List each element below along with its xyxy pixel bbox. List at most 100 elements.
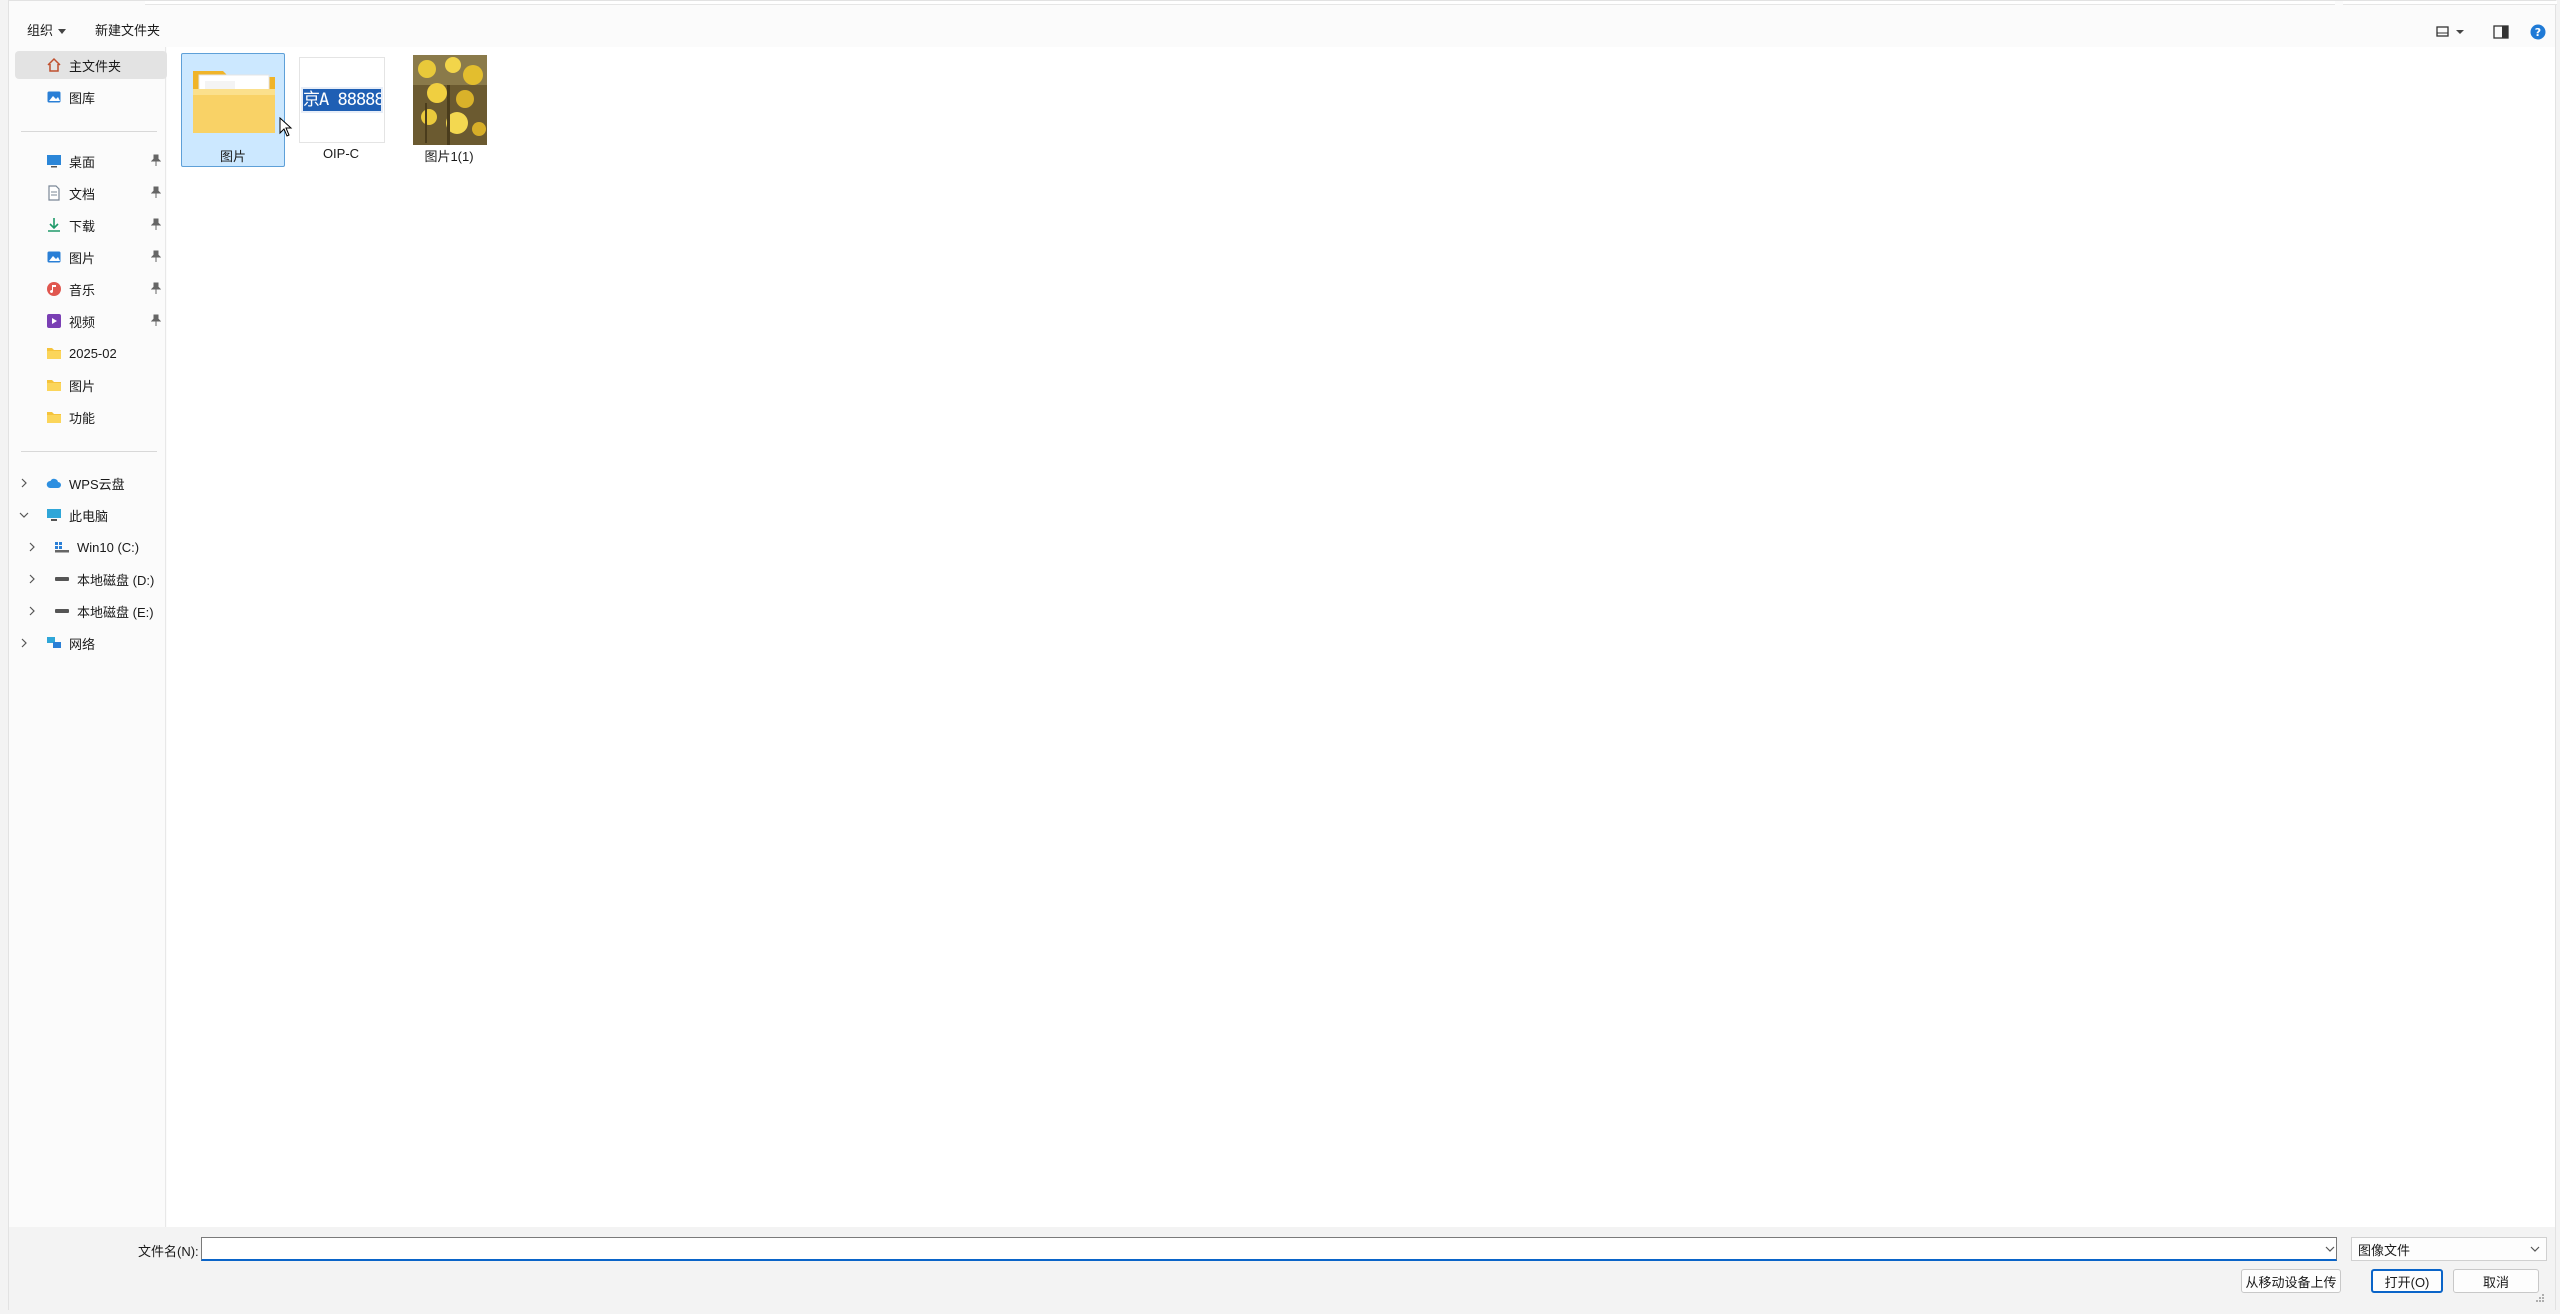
- nav-item-gallery[interactable]: 图库: [15, 83, 167, 111]
- nav-item-label: 文档: [69, 186, 96, 202]
- folder-icon: [45, 408, 63, 426]
- nav-item-label: 此电脑: [69, 508, 109, 524]
- address-bar[interactable]: [145, 1, 2335, 5]
- music-icon: [45, 280, 63, 298]
- chevron-down-icon: [2530, 1246, 2540, 1252]
- organize-button[interactable]: 组织: [21, 21, 72, 41]
- nav-item-folder-pictures[interactable]: 图片: [15, 371, 167, 399]
- preview-pane-icon: [2493, 25, 2509, 39]
- nav-item-label: 2025-02: [69, 345, 117, 361]
- nav-item-label: 本地磁盘 (D:): [77, 572, 155, 588]
- nav-item-label: 本地磁盘 (E:): [77, 604, 154, 620]
- desktop-icon: [45, 152, 63, 170]
- nav-item-music[interactable]: 音乐: [15, 275, 167, 303]
- nav-item-home[interactable]: 主文件夹: [15, 51, 167, 79]
- nav-item-label: 图库: [69, 90, 96, 106]
- nav-item-label: 功能: [69, 410, 96, 426]
- file-list-view[interactable]: 图片 京A 88888 OIP-C 图片1(1): [167, 47, 2555, 1227]
- nav-item-documents[interactable]: 文档: [15, 179, 167, 207]
- search-box[interactable]: [2343, 1, 2557, 5]
- file-name: 图片: [219, 149, 246, 164]
- nav-item-wps-cloud[interactable]: WPS云盘: [15, 469, 167, 497]
- nav-item-label: 网络: [69, 636, 96, 652]
- view-options-button[interactable]: [2433, 21, 2469, 43]
- pin-icon[interactable]: [150, 186, 162, 201]
- flower-photo: [413, 55, 487, 145]
- nav-item-drive-d[interactable]: 本地磁盘 (D:): [15, 565, 167, 593]
- nav-item-label: Win10 (C:): [77, 539, 140, 555]
- nav-item-label: 桌面: [69, 154, 96, 170]
- nav-item-drive-c[interactable]: Win10 (C:): [15, 533, 167, 561]
- nav-item-downloads[interactable]: 下载: [15, 211, 167, 239]
- help-icon: ?: [2530, 24, 2546, 40]
- new-folder-button[interactable]: 新建文件夹: [89, 21, 166, 41]
- file-open-dialog: 组织 新建文件夹 ? 主文件夹 图库 桌面 文档 下载 图片 音乐 视频 202…: [8, 0, 2557, 1311]
- nav-item-pictures[interactable]: 图片: [15, 243, 167, 271]
- chevron-down-icon[interactable]: [2325, 1245, 2335, 1253]
- resize-grip-icon[interactable]: [2535, 1293, 2545, 1303]
- nav-item-folder-features[interactable]: 功能: [15, 403, 167, 431]
- command-bar: 组织 新建文件夹 ?: [9, 13, 2555, 47]
- pin-icon[interactable]: [150, 314, 162, 329]
- gallery-icon: [45, 88, 63, 106]
- nav-item-videos[interactable]: 视频: [15, 307, 167, 335]
- help-button[interactable]: ?: [2526, 21, 2550, 43]
- home-icon: [45, 56, 63, 74]
- computer-icon: [45, 506, 63, 524]
- folder-icon: [45, 344, 63, 362]
- file-type-select[interactable]: 图像文件: [2351, 1237, 2547, 1261]
- system-drive-icon: [53, 538, 71, 556]
- nav-item-drive-e[interactable]: 本地磁盘 (E:): [15, 597, 167, 625]
- file-item-oip-c[interactable]: 京A 88888 OIP-C: [289, 53, 393, 167]
- drive-icon: [53, 570, 71, 588]
- nav-item-label: 视频: [69, 314, 96, 330]
- folder-icon: [45, 376, 63, 394]
- filename-label: 文件名(N):: [138, 1244, 199, 1259]
- document-icon: [45, 184, 63, 202]
- pictures-icon: [45, 248, 63, 266]
- nav-item-label: WPS云盘: [69, 476, 125, 492]
- file-name: OIP-C: [322, 146, 360, 161]
- cancel-button[interactable]: 取消: [2453, 1269, 2539, 1293]
- chevron-down-icon: [58, 29, 67, 35]
- plate-text: 京A 88888: [301, 87, 383, 113]
- nav-item-desktop[interactable]: 桌面: [15, 147, 167, 175]
- video-icon: [45, 312, 63, 330]
- filename-input[interactable]: [201, 1237, 2337, 1261]
- file-item-folder-pictures[interactable]: 图片: [181, 53, 285, 167]
- organize-label: 组织: [27, 23, 54, 38]
- drive-icon: [53, 602, 71, 620]
- nav-divider: [21, 451, 157, 452]
- image-thumbnail: 京A 88888: [298, 57, 386, 143]
- pin-icon[interactable]: [150, 154, 162, 169]
- nav-item-label: 主文件夹: [69, 58, 122, 74]
- license-plate-image: 京A 88888: [299, 57, 385, 143]
- nav-item-label: 图片: [69, 378, 96, 394]
- pin-icon[interactable]: [150, 282, 162, 297]
- folder-large-icon: [190, 60, 278, 140]
- nav-item-label: 下载: [69, 218, 96, 234]
- nav-item-folder-2025-02[interactable]: 2025-02: [15, 339, 167, 367]
- view-icon: [2436, 26, 2464, 37]
- mouse-cursor-icon: [279, 117, 293, 137]
- cloud-icon: [45, 474, 63, 492]
- pin-icon[interactable]: [150, 250, 162, 265]
- nav-item-this-pc[interactable]: 此电脑: [15, 501, 167, 529]
- file-type-value: 图像文件: [2358, 1242, 2411, 1258]
- nav-divider: [21, 131, 157, 132]
- pin-icon[interactable]: [150, 218, 162, 233]
- file-item-photo[interactable]: 图片1(1): [397, 53, 501, 167]
- network-icon: [45, 634, 63, 652]
- nav-item-label: 图片: [69, 250, 96, 266]
- preview-pane-button[interactable]: [2489, 21, 2513, 43]
- download-icon: [45, 216, 63, 234]
- open-button[interactable]: 打开(O): [2371, 1269, 2443, 1293]
- navigation-pane: 主文件夹 图库 桌面 文档 下载 图片 音乐 视频 2025-02 图片 功能 …: [9, 47, 167, 1227]
- svg-text:?: ?: [2535, 26, 2541, 39]
- upload-from-mobile-button[interactable]: 从移动设备上传: [2241, 1269, 2341, 1293]
- nav-item-label: 音乐: [69, 282, 96, 298]
- address-bar-strip: [9, 1, 2557, 5]
- file-name: 图片1(1): [424, 149, 474, 164]
- nav-item-network[interactable]: 网络: [15, 629, 167, 657]
- image-thumbnail: [406, 55, 494, 145]
